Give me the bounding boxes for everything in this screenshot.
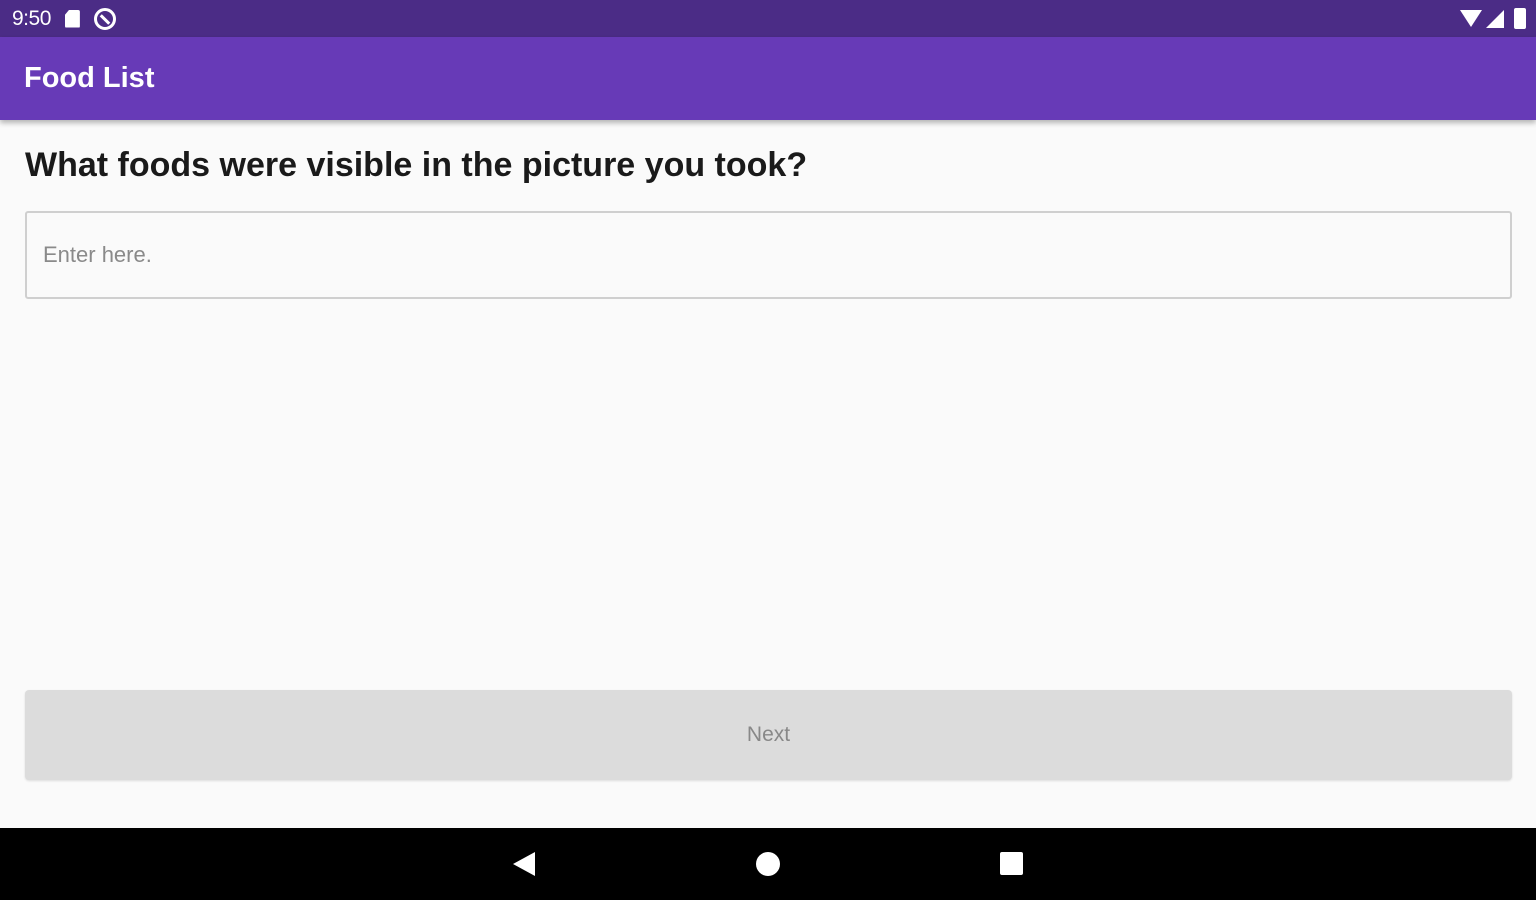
status-right	[1460, 8, 1526, 29]
question-text: What foods were visible in the picture y…	[25, 146, 808, 184]
cell-signal-icon	[1486, 9, 1504, 28]
app-title: Food List	[24, 62, 155, 94]
status-left: 9:50	[12, 7, 116, 31]
status-time: 9:50	[12, 6, 51, 30]
navigation-bar	[0, 828, 1536, 900]
sd-card-icon	[64, 9, 80, 28]
food-input-field[interactable]	[25, 211, 1512, 299]
back-icon[interactable]	[513, 852, 535, 876]
wifi-icon	[1460, 10, 1482, 27]
battery-icon	[1514, 8, 1526, 29]
next-button[interactable]: Next	[25, 690, 1512, 780]
home-icon[interactable]	[756, 852, 780, 876]
main-content: What foods were visible in the picture y…	[0, 120, 1536, 828]
status-bar: 9:50	[0, 0, 1536, 37]
do-not-disturb-icon	[93, 7, 116, 30]
app-bar: Food List	[0, 37, 1536, 120]
recent-apps-icon[interactable]	[1000, 852, 1023, 875]
